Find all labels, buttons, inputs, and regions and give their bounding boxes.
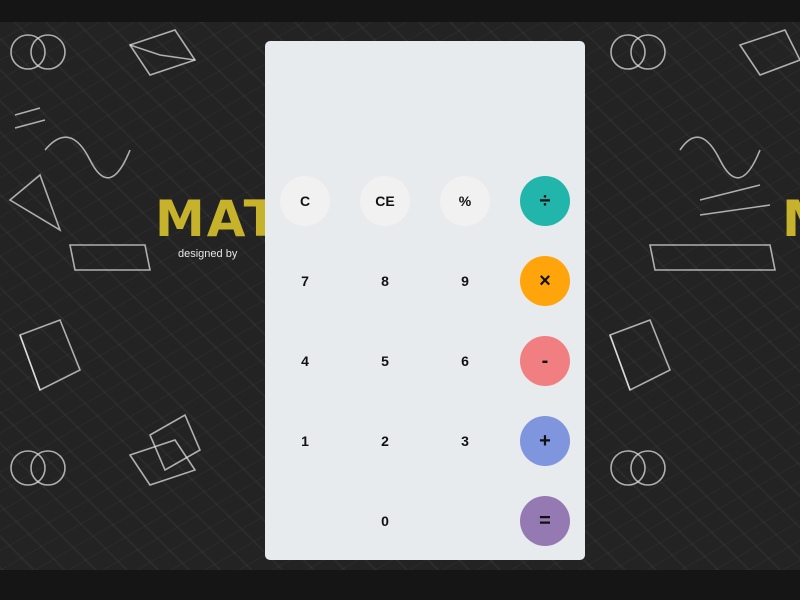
digit-4-button[interactable]: 4 — [280, 336, 330, 386]
percent-button[interactable]: % — [440, 176, 490, 226]
digit-3-button[interactable]: 3 — [440, 416, 490, 466]
digit-1-button[interactable]: 1 — [280, 416, 330, 466]
digit-2-button[interactable]: 2 — [360, 416, 410, 466]
calculator-panel: C CE % ÷ 7 8 9 × 4 5 6 - 1 2 3 + 0 = — [265, 41, 585, 560]
math-headline-right: M — [782, 190, 800, 248]
math-headline: MAT — [155, 190, 280, 248]
digit-7-button[interactable]: 7 — [280, 256, 330, 306]
clear-entry-button[interactable]: CE — [360, 176, 410, 226]
digit-5-button[interactable]: 5 — [360, 336, 410, 386]
calculator-display — [280, 61, 570, 151]
divide-button[interactable]: ÷ — [520, 176, 570, 226]
add-button[interactable]: + — [520, 416, 570, 466]
clear-button[interactable]: C — [280, 176, 330, 226]
digit-6-button[interactable]: 6 — [440, 336, 490, 386]
digit-8-button[interactable]: 8 — [360, 256, 410, 306]
designed-by-credit: designed by — [178, 248, 238, 260]
subtract-button[interactable]: - — [520, 336, 570, 386]
digit-0-button[interactable]: 0 — [360, 496, 410, 546]
digit-9-button[interactable]: 9 — [440, 256, 490, 306]
multiply-button[interactable]: × — [520, 256, 570, 306]
equals-button[interactable]: = — [520, 496, 570, 546]
